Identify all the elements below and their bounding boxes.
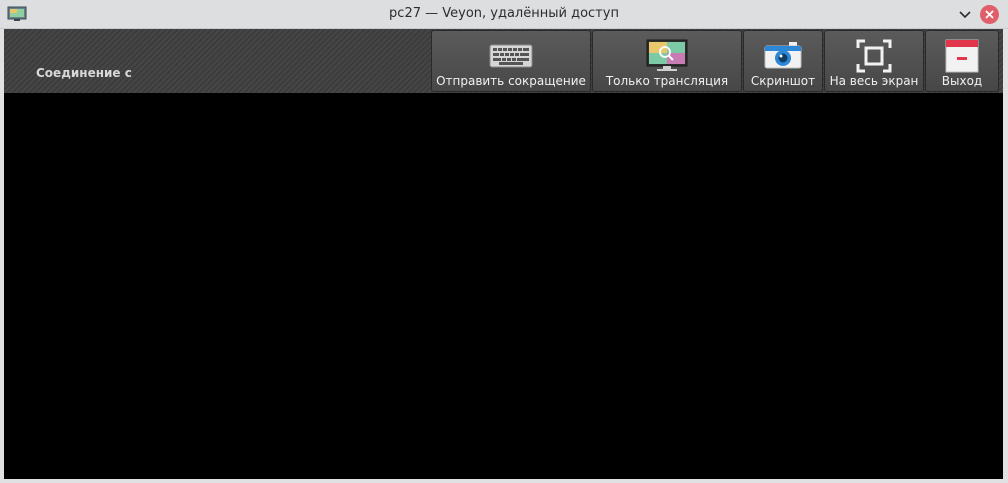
send-shortcut-button[interactable]: Отправить сокращение [431,30,591,92]
connection-label: Соединение с [36,66,132,80]
window-title: pc27 — Veyon, удалённый доступ [389,6,619,21]
screenshot-button[interactable]: Скриншот [743,30,823,92]
toolbar: Соединение с Отправить сокращение Только… [4,29,1003,93]
view-only-label: Только трансляция [605,74,729,88]
view-only-button[interactable]: Только трансляция [592,30,742,92]
monitor-search-icon [645,39,689,77]
fullscreen-button[interactable]: На весь экран [824,30,924,92]
exit-label: Выход [941,74,983,88]
screenshot-label: Скриншот [750,74,816,88]
send-shortcut-label: Отправить сокращение [436,74,586,88]
fullscreen-label: На весь экран [829,74,919,88]
camera-icon [763,39,803,75]
title-bar: pc27 — Veyon, удалённый доступ [0,0,1008,29]
fullscreen-icon [856,39,892,77]
keyboard-icon [489,39,533,73]
exit-icon [945,39,979,77]
exit-button[interactable]: Выход [925,30,999,92]
remote-view[interactable]: Соединение с Отправить сокращение Только… [4,29,1003,479]
window-border [0,479,1008,483]
chevron-down-icon[interactable] [956,6,974,24]
close-icon[interactable] [980,5,999,24]
